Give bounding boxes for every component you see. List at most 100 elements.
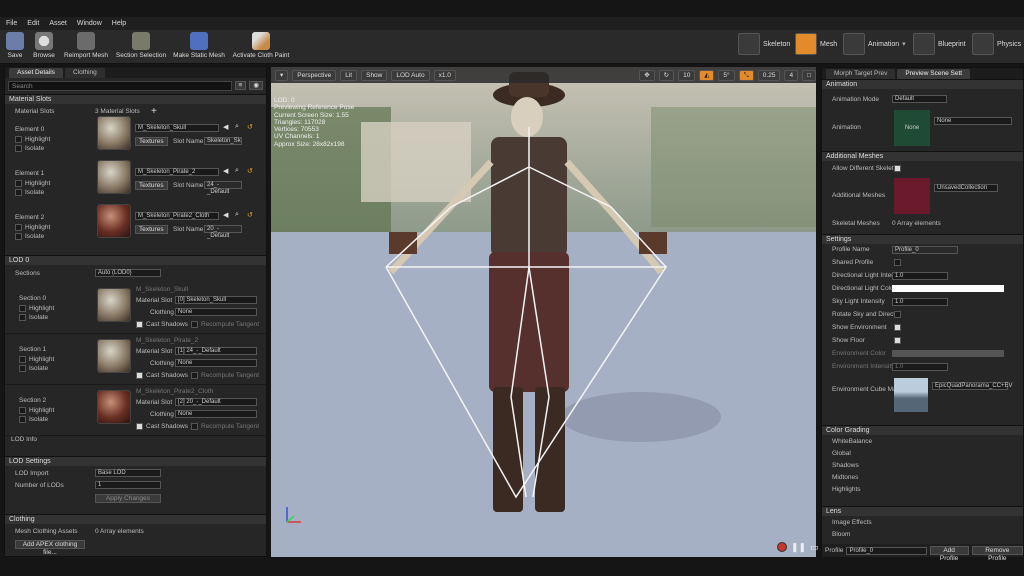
camera-speed-value[interactable]: 4 [784, 69, 799, 81]
color-grading-header[interactable]: Color Grading [822, 425, 1023, 435]
cast-shadows-checkbox[interactable] [136, 423, 143, 430]
isolate-checkbox[interactable] [15, 189, 22, 196]
image-effects-item[interactable]: Image Effects [832, 519, 872, 526]
menu-edit[interactable]: Edit [27, 20, 39, 27]
lod0-header[interactable]: LOD 0 [5, 255, 266, 265]
shadows-item[interactable]: Shadows [832, 462, 859, 469]
animation-thumbnail[interactable]: None [894, 110, 930, 146]
section-isolate-checkbox[interactable] [19, 365, 26, 372]
profile-name-input[interactable]: Profile_0 [892, 246, 958, 254]
rotate-icon[interactable]: ↻ [658, 69, 675, 81]
slot-name-input[interactable]: 24_-_Default [204, 181, 242, 195]
browse-icon[interactable]: ⌕ [235, 167, 239, 175]
highlight-checkbox[interactable] [15, 180, 22, 187]
recompute-tangent-checkbox[interactable] [191, 372, 198, 379]
browse-button[interactable]: Browse [30, 32, 58, 62]
section-selection-button[interactable]: Section Selection [114, 32, 168, 62]
loop-icon[interactable]: ▭ [810, 542, 819, 553]
mode-mesh[interactable]: Mesh [795, 32, 837, 56]
mode-skeleton[interactable]: Skeleton [738, 32, 790, 56]
lod-settings-header[interactable]: LOD Settings [5, 456, 266, 466]
add-profile-button[interactable]: Add Profile [929, 546, 969, 562]
apply-changes-button[interactable]: Apply Changes [95, 494, 161, 503]
material-thumbnail[interactable] [97, 116, 131, 150]
viewport-menu-button[interactable]: ▾ [275, 69, 289, 81]
scale-snap-icon[interactable]: ⤡ [738, 69, 754, 81]
tab-clothing[interactable]: Clothing [64, 68, 105, 78]
save-button[interactable]: Save [4, 32, 26, 62]
material-dropdown[interactable]: M_Skeleton_Pirate2_Cloth [135, 212, 219, 220]
material-slot-dropdown[interactable]: [1] 24_-_Default [175, 347, 257, 355]
clothing-dropdown[interactable]: None [175, 308, 257, 316]
rotation-snap-icon[interactable]: ◭ [699, 69, 715, 81]
record-icon[interactable] [777, 542, 787, 552]
white-balance-item[interactable]: WhiteBalance [832, 438, 872, 445]
number-of-lods-input[interactable]: 1 [95, 481, 161, 489]
slot-name-input[interactable]: 20_-_Default [204, 225, 242, 239]
playback-speed-button[interactable]: x1.0 [433, 69, 456, 81]
midtones-item[interactable]: Midtones [832, 474, 858, 481]
scale-snap-value[interactable]: 0.25 [757, 69, 781, 81]
bloom-item[interactable]: Bloom [832, 531, 850, 538]
isolate-checkbox[interactable] [15, 145, 22, 152]
clothing-dropdown[interactable]: None [175, 359, 257, 367]
sky-light-intensity-input[interactable]: 1.0 [892, 298, 948, 306]
highlights-item[interactable]: Highlights [832, 486, 861, 493]
environment-color-swatch[interactable] [892, 350, 1004, 357]
textures-button[interactable]: Textures [135, 181, 168, 190]
translate-icon[interactable]: ✥ [639, 69, 655, 81]
pause-icon[interactable]: ❚❚ [791, 542, 806, 553]
menu-file[interactable]: File [6, 20, 17, 27]
lod-auto-button[interactable]: LOD Auto [391, 69, 430, 81]
view-options-icon[interactable]: ≡ [234, 81, 247, 90]
slot-name-input[interactable]: Skeleton_Sk [204, 137, 242, 145]
use-selected-icon[interactable]: ◀ [223, 123, 228, 131]
show-floor-checkbox[interactable] [894, 337, 901, 344]
shared-profile-checkbox[interactable] [894, 259, 901, 266]
profile-dropdown[interactable]: Profile_0 [846, 546, 927, 555]
recompute-tangent-checkbox[interactable] [191, 423, 198, 430]
remove-profile-button[interactable]: Remove Profile [971, 546, 1023, 562]
mode-blueprint[interactable]: Blueprint [913, 32, 966, 56]
rotate-sky-checkbox[interactable] [894, 311, 901, 318]
material-dropdown[interactable]: M_Skeleton_Pirate_2 [135, 168, 219, 176]
clothing-dropdown[interactable]: None [175, 410, 257, 418]
material-thumbnail[interactable] [97, 204, 131, 238]
isolate-checkbox[interactable] [15, 233, 22, 240]
material-dropdown[interactable]: M_Skeleton_Skull [135, 124, 219, 132]
menu-asset[interactable]: Asset [49, 20, 67, 27]
reset-icon[interactable]: ↺ [247, 123, 253, 131]
material-slot-dropdown[interactable]: [0] Skeleton_Skull [175, 296, 257, 304]
menu-window[interactable]: Window [77, 20, 102, 27]
mode-physics[interactable]: Physics [972, 32, 1021, 56]
recompute-tangent-checkbox[interactable] [191, 321, 198, 328]
lens-header[interactable]: Lens [822, 506, 1023, 516]
cast-shadows-checkbox[interactable] [136, 321, 143, 328]
eye-icon[interactable]: ◉ [249, 81, 263, 90]
grid-snap-value[interactable]: 10 [678, 69, 696, 81]
reset-icon[interactable]: ↺ [247, 211, 253, 219]
lod-info-label[interactable]: LOD Info [11, 436, 37, 443]
highlight-checkbox[interactable] [15, 224, 22, 231]
tab-morph-target-preview[interactable]: Morph Target Prev [826, 69, 896, 79]
animation-asset-dropdown[interactable]: None [934, 117, 1012, 125]
lit-button[interactable]: Lit [340, 69, 358, 81]
rotation-snap-value[interactable]: 5° [718, 69, 735, 81]
show-button[interactable]: Show [361, 69, 388, 81]
section-isolate-checkbox[interactable] [19, 416, 26, 423]
material-thumbnail[interactable] [97, 160, 131, 194]
use-selected-icon[interactable]: ◀ [223, 211, 228, 219]
environment-cube-dropdown[interactable]: EpicQuadPanorama_CC+EV [932, 382, 1013, 390]
material-slot-dropdown[interactable]: [2] 20_-_Default [175, 398, 257, 406]
collection-thumbnail[interactable] [894, 178, 930, 214]
clothing-header[interactable]: Clothing [5, 514, 266, 524]
menu-help[interactable]: Help [112, 20, 126, 27]
global-item[interactable]: Global [832, 450, 851, 457]
maximize-icon[interactable]: □ [802, 69, 816, 81]
cast-shadows-checkbox[interactable] [136, 372, 143, 379]
mode-animation[interactable]: Animation ▾ [843, 32, 906, 56]
section-highlight-checkbox[interactable] [19, 305, 26, 312]
reimport-mesh-button[interactable]: Reimport Mesh [62, 32, 110, 62]
use-selected-icon[interactable]: ◀ [223, 167, 228, 175]
section-isolate-checkbox[interactable] [19, 314, 26, 321]
